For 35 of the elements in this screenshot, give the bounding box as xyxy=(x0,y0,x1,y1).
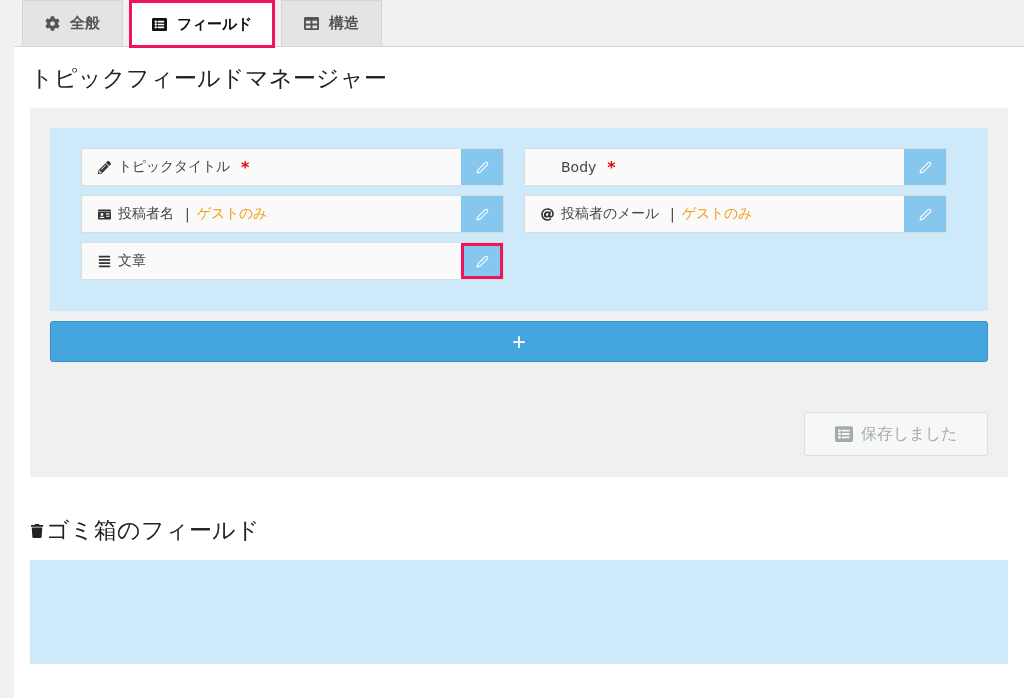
list-icon xyxy=(835,425,853,443)
pencil-icon xyxy=(475,160,489,174)
table-icon xyxy=(304,16,319,31)
field-label: Body xyxy=(561,159,597,175)
lines-icon xyxy=(98,254,111,268)
tab[interactable]: 全般 xyxy=(22,0,123,46)
field-label: 投稿者名 xyxy=(118,205,174,223)
pencil-icon xyxy=(918,207,932,221)
separator: | xyxy=(670,206,675,222)
gear-icon xyxy=(45,16,60,31)
field-label: トピックタイトル xyxy=(118,158,230,176)
pencil-icon xyxy=(918,160,932,174)
field-label: 投稿者のメール xyxy=(561,205,659,223)
edit-button[interactable] xyxy=(904,149,946,185)
tab[interactable]: 構造 xyxy=(281,0,382,46)
trash-icon xyxy=(30,523,44,538)
section-title: ゴミ箱のフィールド xyxy=(30,515,1008,546)
pencil-icon xyxy=(475,207,489,221)
pencil-icon xyxy=(98,160,111,174)
field-label: 文章 xyxy=(118,252,146,270)
required-mark: * xyxy=(241,157,250,177)
separator: | xyxy=(185,206,190,222)
edit-button[interactable] xyxy=(461,149,503,185)
list-icon xyxy=(152,17,167,32)
field-note: ゲストのみ xyxy=(196,205,267,223)
field-note: ゲストのみ xyxy=(681,205,752,223)
at-sign-icon xyxy=(541,207,554,221)
edit-button[interactable] xyxy=(461,243,503,279)
section-title: トピックフィールドマネージャー xyxy=(30,64,388,93)
edit-button[interactable] xyxy=(461,196,503,232)
pencil-icon xyxy=(475,254,489,268)
tab[interactable]: フィールド xyxy=(129,0,275,48)
required-mark: * xyxy=(607,157,616,177)
id-card-icon xyxy=(98,207,111,221)
edit-button[interactable] xyxy=(904,196,946,232)
